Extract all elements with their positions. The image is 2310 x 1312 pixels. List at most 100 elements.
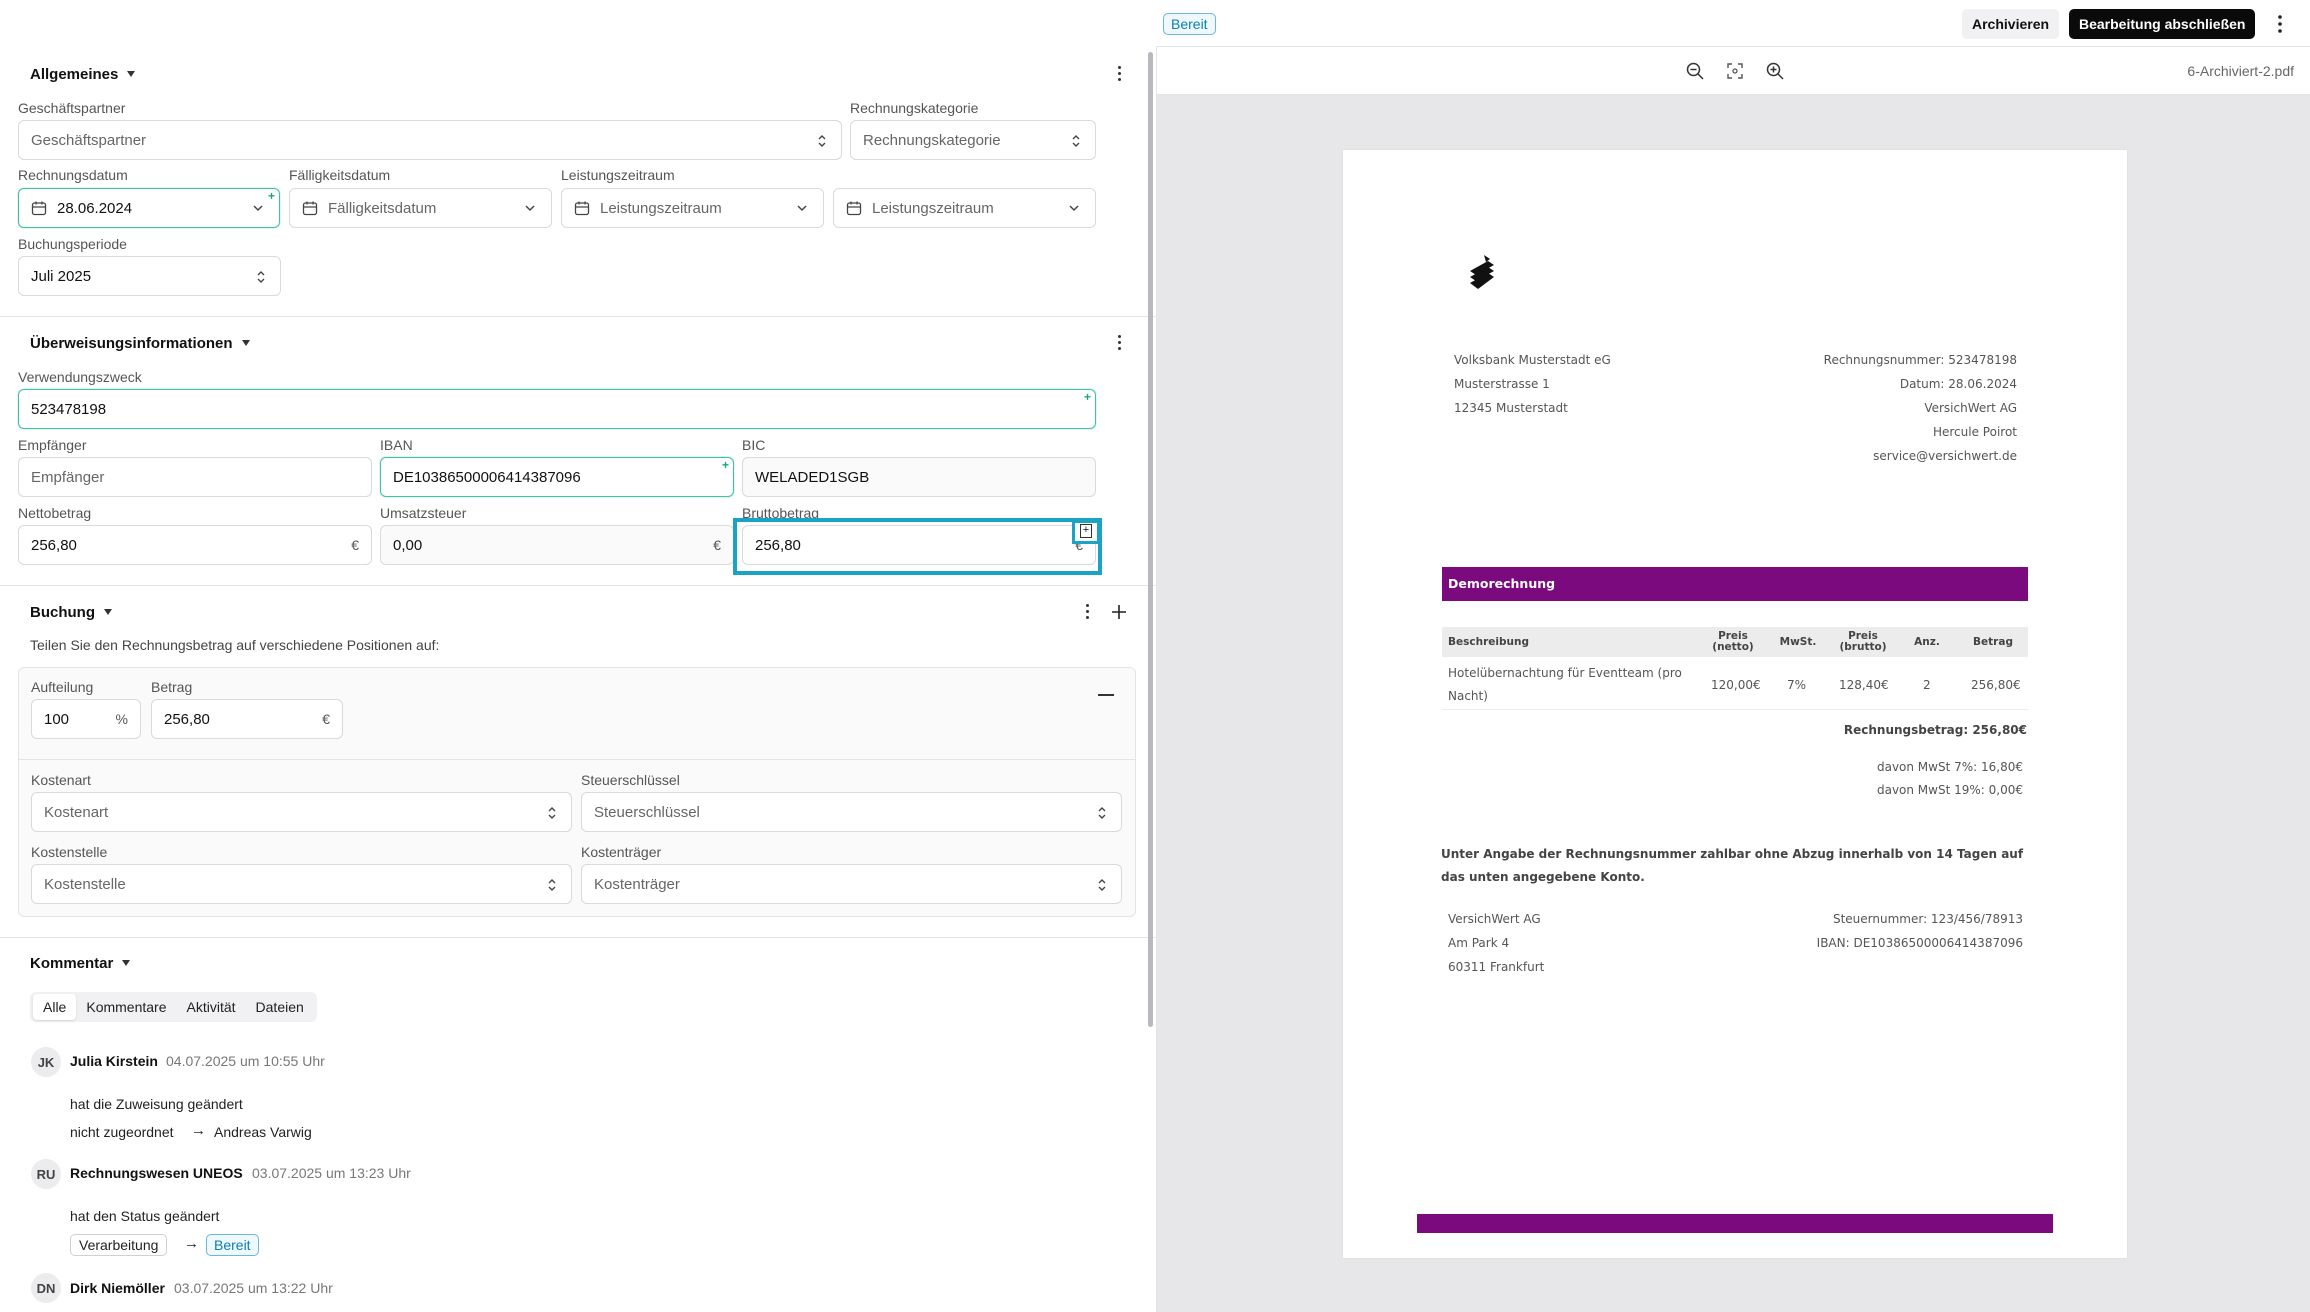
card-divider [19,759,1135,760]
bic-label: BIC [742,437,766,453]
cost-type-select[interactable]: Kostenart [31,792,572,832]
item-qty: 2 [1923,678,1931,692]
section-comments-toggle[interactable]: Kommentar [30,955,131,972]
invoice-date-value: 28.06.2024 [57,199,133,217]
currency-suffix: € [322,711,330,727]
item-price-net: 120,00€ [1711,678,1761,692]
avatar: DN [31,1273,61,1303]
section-divider [0,585,1156,586]
booking-period-select[interactable]: Juli 2025 [18,256,281,296]
service-period-end-picker[interactable]: Leistungszeitraum [833,188,1096,228]
section-booking-toggle[interactable]: Buchung [30,604,112,621]
recipient-person: Hercule Poirot [1932,425,2017,439]
avatar: RU [31,1159,61,1189]
service-period-start-placeholder: Leistungszeitraum [600,199,722,217]
section-general-title: Allgemeines [30,66,119,83]
item-price-gross: 128,40€ [1839,678,1889,692]
sender-city: 12345 Musterstadt [1454,401,1568,415]
section-general-menu-icon[interactable] [1112,64,1128,84]
comment-text: hat den Status geändert [70,1208,220,1224]
tab-files[interactable]: Dateien [246,994,314,1020]
more-vertical-icon[interactable] [2272,12,2288,36]
item-vat: 7% [1787,678,1807,692]
calendar-icon [31,201,47,216]
section-transfer-toggle[interactable]: Überweisungsinformationen [30,335,250,352]
tab-all[interactable]: Alle [33,994,77,1020]
category-select[interactable]: Rechnungskategorie [850,120,1096,160]
tax-key-select[interactable]: Steuerschlüssel [581,792,1122,832]
partner-select[interactable]: Geschäftspartner [18,120,842,160]
zoom-out-icon[interactable] [1685,61,1705,81]
calendar-icon [574,201,590,216]
footer-company: VersichWert AG [1448,912,1541,926]
fit-view-icon[interactable] [1725,61,1745,81]
invoice-date-picker[interactable]: 28.06.2024 + [18,188,280,228]
item-amount: 256,80€ [1971,678,2021,692]
iban-label: IBAN [380,437,413,453]
comment-author: Dirk Niemöller [70,1280,165,1296]
section-transfer-menu-icon[interactable] [1112,333,1128,353]
col-vat: MwSt. [1779,636,1817,648]
due-date-label: Fälligkeitsdatum [289,167,391,183]
status-from-badge: Verarbeitung [70,1234,168,1256]
purpose-input[interactable]: 523478198 + [18,389,1096,429]
status-badge: Bereit [1163,13,1216,35]
service-period-start-picker[interactable]: Leistungszeitraum [561,188,824,228]
cost-unit-select[interactable]: Kostenträger [581,864,1122,904]
iban-input[interactable]: DE10386500006414387096 + [380,457,734,497]
split-label: Aufteilung [31,679,94,695]
pdf-page: Volksbank Musterstadt eG Musterstrasse 1… [1343,150,2127,1258]
calendar-icon [846,201,862,216]
invoice-title: Demorechnung [1448,576,1556,591]
table-row-line [1442,709,2028,710]
payment-note: Unter Angabe der Rechnungsnummer zahlbar… [1441,847,2024,861]
purpose-value: 523478198 [31,400,107,418]
comment-author: Rechnungswesen UNEOS [70,1165,243,1181]
cost-center-placeholder: Kostenstelle [44,875,126,893]
finish-editing-button[interactable]: Bearbeitung abschließen [2069,9,2256,39]
caret-down-icon [104,609,112,615]
vat-19-line: davon MwSt 19%: 0,00€ [1876,783,2023,797]
partner-placeholder: Geschäftspartner [31,131,147,149]
scrollbar[interactable] [1148,52,1153,1027]
arrow-right-icon: → [191,1122,206,1139]
net-amount-label: Nettobetrag [18,505,92,521]
zoom-in-icon[interactable] [1765,61,1785,81]
archive-button[interactable]: Archivieren [1962,9,2060,39]
comment-author: Julia Kirstein [70,1053,158,1069]
section-booking-menu-icon[interactable] [1080,602,1096,622]
recipient-input[interactable]: Empfänger [18,457,372,497]
net-amount-input[interactable]: 256,80 € [18,525,372,565]
section-general-toggle[interactable]: Allgemeines [30,66,136,83]
service-period-label: Leistungszeitraum [561,167,675,183]
amount-input[interactable]: 256,80 € [151,699,343,739]
comment-text: hat die Zuweisung geändert [70,1096,243,1112]
sender-street: Musterstrasse 1 [1454,377,1550,391]
vat-value: 0,00 [393,536,423,554]
section-divider [0,316,1156,317]
section-transfer-title: Überweisungsinformationen [30,335,233,352]
bic-input[interactable]: WELADED1SGB [742,457,1096,497]
add-position-icon[interactable] [1110,603,1128,621]
invoice-date-label: Rechnungsdatum [18,167,128,183]
footer-street: Am Park 4 [1448,936,1510,950]
booking-period-label: Buchungsperiode [18,236,127,252]
cost-center-select[interactable]: Kostenstelle [31,864,572,904]
chevron-down-icon [797,205,807,212]
col-amount: Betrag [1973,636,2013,648]
accept-suggestion-icon[interactable]: + [1072,520,1100,544]
footer-iban: IBAN: DE10386500006414387096 [1816,936,2023,950]
split-value: 100 [44,710,70,728]
vat-input[interactable]: 0,00 € [380,525,734,565]
tax-key-label: Steuerschlüssel [581,772,680,788]
calendar-icon [302,201,318,216]
chevron-down-icon [525,205,535,212]
booking-period-value: Juli 2025 [31,267,92,285]
tab-activity[interactable]: Aktivität [177,994,246,1020]
tab-comments[interactable]: Kommentare [76,994,176,1020]
split-input[interactable]: 100% [31,699,141,739]
footer-bar [1417,1214,2053,1233]
remove-position-icon[interactable] [1098,694,1114,696]
due-date-picker[interactable]: Fälligkeitsdatum [289,188,552,228]
chevron-up-down-icon [1098,879,1106,891]
